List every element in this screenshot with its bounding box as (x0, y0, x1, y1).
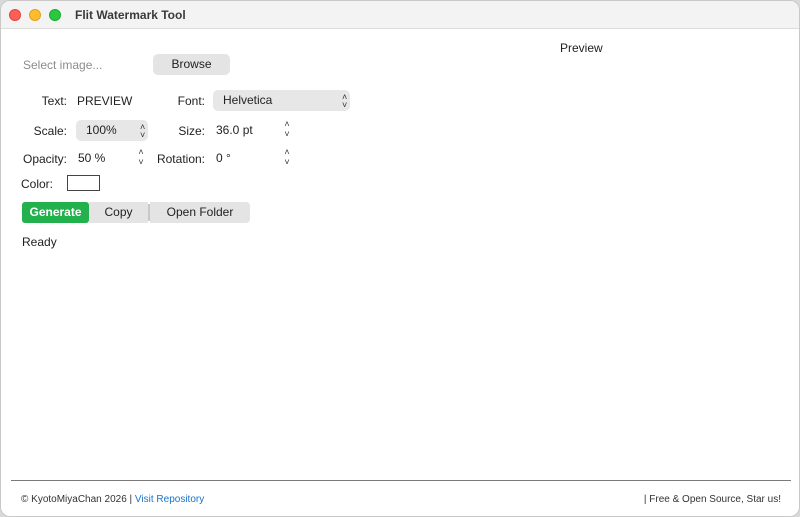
stepper-down-icon[interactable]: ˅ (280, 157, 294, 167)
scale-value: 100% (86, 123, 117, 137)
watermark-text-input[interactable]: PREVIEW (75, 91, 147, 111)
footer-divider (11, 480, 791, 481)
font-label: Font: (177, 94, 205, 108)
footer-left: © KyotoMiyaChan 2026 | Visit Repository (21, 494, 204, 505)
stepper-up-icon[interactable]: ˄ (280, 147, 294, 157)
stepper-up-icon[interactable]: ˄ (280, 119, 294, 129)
rotation-label: Rotation: (156, 152, 205, 166)
footer-right-text: | Free & Open Source, Star us! (643, 494, 781, 505)
stepper-down-icon[interactable]: ˅ (134, 157, 148, 167)
repository-link[interactable]: Visit Repository (135, 494, 204, 505)
browse-button[interactable]: Browse (153, 54, 230, 75)
opacity-input[interactable]: 50 % (76, 148, 131, 168)
copyright-text: © KyotoMiyaChan 2026 | (21, 494, 133, 505)
size-stepper[interactable]: ˄ ˅ (280, 119, 294, 141)
status-text: Ready (22, 235, 57, 249)
opacity-label: Opacity: (22, 152, 67, 166)
title-bar: Flit Watermark Tool (1, 1, 799, 29)
copy-button[interactable]: Copy (89, 202, 148, 223)
font-value: Helvetica (223, 93, 273, 107)
app-window: Flit Watermark Tool Select image... Brow… (0, 0, 800, 517)
color-label: Color: (21, 177, 54, 191)
scale-label: Scale: (33, 124, 67, 138)
open-folder-button[interactable]: Open Folder (150, 202, 250, 223)
scale-popup[interactable]: 100% ˄˅ (76, 120, 148, 141)
size-label: Size: (178, 124, 205, 138)
color-well[interactable] (67, 175, 100, 191)
size-input[interactable]: 36.0 pt (214, 120, 276, 140)
close-window-button[interactable] (9, 9, 21, 21)
generate-button[interactable]: Generate (22, 202, 89, 223)
window-title: Flit Watermark Tool (75, 8, 186, 22)
rotation-input[interactable]: 0 ° (214, 148, 276, 168)
opacity-stepper[interactable]: ˄ ˅ (134, 147, 148, 169)
minimize-window-button[interactable] (29, 9, 41, 21)
stepper-up-icon[interactable]: ˄ (134, 147, 148, 157)
font-popup[interactable]: Helvetica ˄˅ (213, 90, 350, 111)
preview-label: Preview (560, 41, 603, 55)
image-path-field[interactable]: Select image... (23, 58, 102, 72)
text-label: Text: (41, 94, 67, 108)
zoom-window-button[interactable] (49, 9, 61, 21)
stepper-down-icon[interactable]: ˅ (280, 129, 294, 139)
rotation-stepper[interactable]: ˄ ˅ (280, 147, 294, 169)
